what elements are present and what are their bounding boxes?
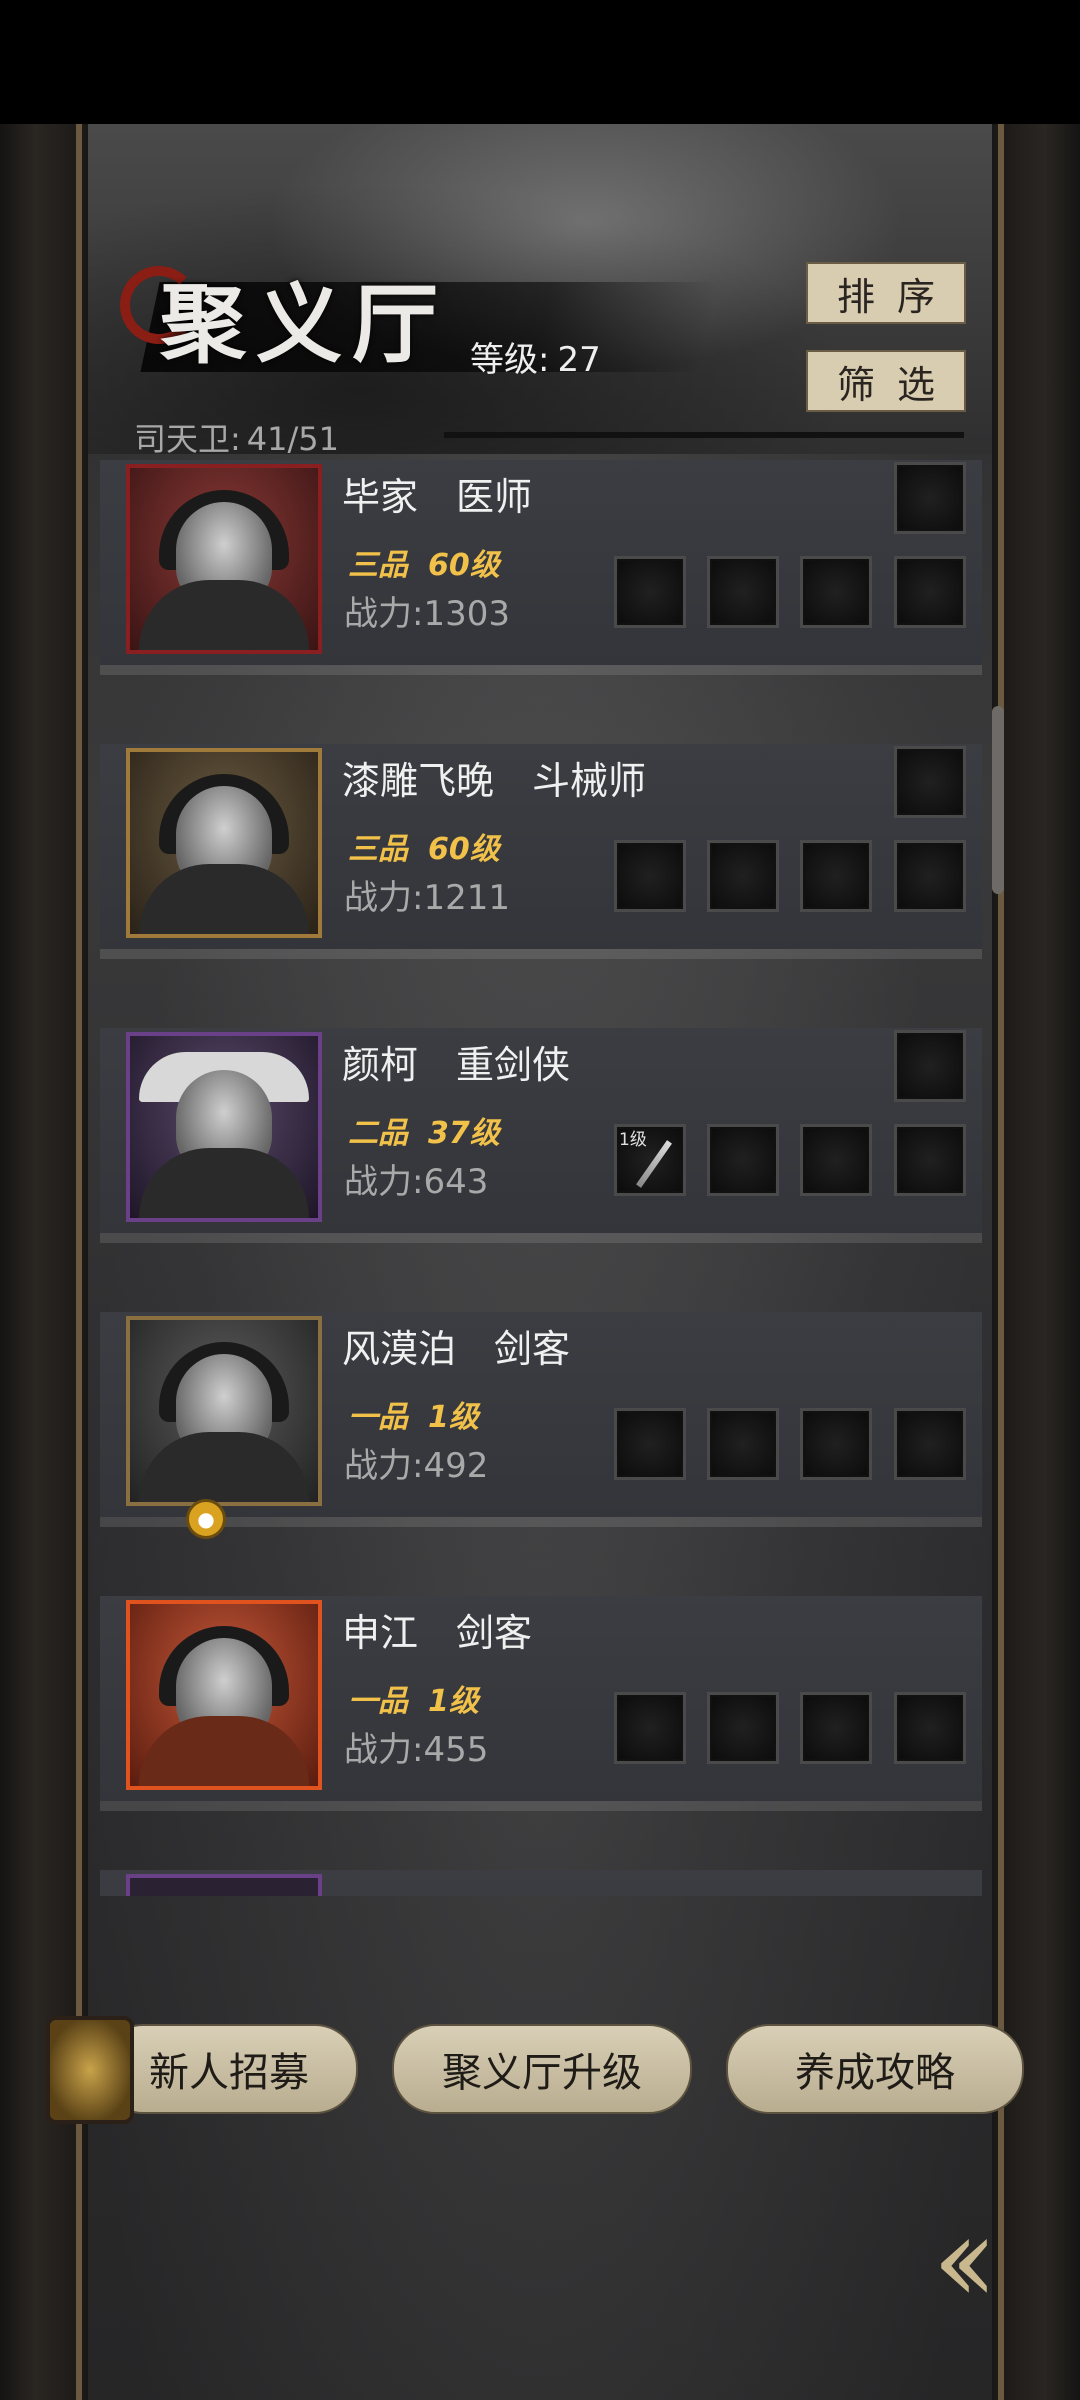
- hero-name-line: 申江 剑客: [342, 1602, 532, 1657]
- header-divider: [444, 432, 964, 438]
- hero-name: 漆雕飞晚: [342, 759, 495, 803]
- hero-level: 60级: [428, 548, 500, 583]
- hero-card[interactable]: 申江 剑客 一品 1级 战力:455: [100, 1596, 982, 1801]
- hall-level: 等级: 27: [462, 332, 601, 381]
- equip-slot[interactable]: [614, 556, 686, 628]
- sort-button[interactable]: 排序: [806, 262, 966, 324]
- equip-slot[interactable]: [614, 1408, 686, 1480]
- element-badge-icon: ●: [186, 1499, 226, 1539]
- hero-card[interactable]: 毕家 医师 三品 60级 战力:1303: [100, 460, 982, 665]
- hero-card[interactable]: 颜柯 重剑侠 二品 37级 战力:643 1级: [100, 1028, 982, 1233]
- hero-name-line: 风漠泊 剑客: [342, 1318, 570, 1373]
- hall-level-value: 27: [557, 340, 601, 380]
- hero-level: 1级: [428, 1684, 479, 1719]
- recruit-button[interactable]: 新人招募: [100, 2024, 358, 2114]
- equip-slot[interactable]: [614, 840, 686, 912]
- hero-role: 医师: [456, 475, 533, 519]
- hero-grade: 三品: [348, 548, 408, 583]
- hero-grade: 一品: [348, 1684, 408, 1719]
- hero-name-line: 毕家 医师: [342, 466, 532, 521]
- hero-name: 风漠泊: [342, 1327, 457, 1371]
- hero-card[interactable]: ● 风漠泊 剑客 一品 1级 战力:492: [100, 1312, 982, 1539]
- hero-power: 战力:643: [344, 1162, 489, 1202]
- hero-role: 重剑侠: [456, 1043, 571, 1087]
- hero-portrait: [126, 464, 322, 654]
- hall-level-label: 等级:: [470, 340, 550, 380]
- equip-slot[interactable]: [894, 840, 966, 912]
- hero-power: 战力:492: [344, 1446, 489, 1486]
- hero-power: 战力:1303: [344, 594, 510, 634]
- hero-list[interactable]: 毕家 医师 三品 60级 战力:1303 漆雕飞晚 斗械师 三品 60级 战力:1211…: [100, 460, 982, 1896]
- hero-level: 1级: [428, 1400, 479, 1435]
- hero-level: 37级: [428, 1116, 500, 1151]
- hero-rank: 二品 37级: [348, 1108, 500, 1152]
- portrait-body: [139, 864, 309, 934]
- hero-grade: 二品: [348, 1116, 408, 1151]
- weapon-slot-level: 1级: [619, 1130, 647, 1150]
- equip-slot-top[interactable]: [894, 462, 966, 534]
- equip-slot-top[interactable]: [894, 746, 966, 818]
- guard-count-value: 41/51: [246, 420, 340, 458]
- hero-rank: 一品 1级: [348, 1392, 479, 1436]
- guide-button[interactable]: 养成攻略: [726, 2024, 1024, 2114]
- hero-grade: 一品: [348, 1400, 408, 1435]
- hero-role: 剑客: [494, 1327, 571, 1371]
- equip-slot[interactable]: [894, 556, 966, 628]
- portrait-body: [139, 1716, 309, 1786]
- equip-slot[interactable]: [800, 1692, 872, 1764]
- hero-card-partial[interactable]: [100, 1870, 982, 1896]
- hero-name-line: 漆雕飞晚 斗械师: [342, 750, 646, 805]
- equip-slot[interactable]: [800, 1124, 872, 1196]
- hero-name-line: 颜柯 重剑侠: [342, 1034, 570, 1089]
- hero-portrait: [126, 748, 322, 938]
- hero-rank: 三品 60级: [348, 540, 500, 584]
- equip-slot[interactable]: [707, 840, 779, 912]
- equip-slot[interactable]: [894, 1124, 966, 1196]
- guard-count-label: 司天卫:: [134, 420, 241, 458]
- portrait-body: [139, 1432, 309, 1502]
- page-title: 聚义厅: [160, 274, 448, 375]
- hero-role: 剑客: [456, 1611, 533, 1655]
- equip-slot[interactable]: [707, 1124, 779, 1196]
- equip-slot[interactable]: [800, 840, 872, 912]
- hero-rank: 一品 1级: [348, 1676, 479, 1720]
- double-chevron-left-icon[interactable]: ‹‹: [870, 2191, 1030, 2330]
- recruit-token-icon: [46, 2016, 134, 2124]
- hero-portrait: [126, 1874, 322, 1896]
- hero-power: 战力:455: [344, 1730, 489, 1770]
- equip-slot[interactable]: [800, 1408, 872, 1480]
- hero-name: 颜柯: [342, 1043, 419, 1087]
- equip-slot[interactable]: [707, 556, 779, 628]
- hall-upgrade-button[interactable]: 聚义厅升级: [392, 2024, 692, 2114]
- hero-card[interactable]: 漆雕飞晚 斗械师 三品 60级 战力:1211: [100, 744, 982, 949]
- equip-slot[interactable]: [800, 556, 872, 628]
- hero-portrait: [126, 1600, 322, 1790]
- equip-slot[interactable]: [894, 1408, 966, 1480]
- equip-slot[interactable]: [894, 1692, 966, 1764]
- hero-power: 战力:1211: [344, 878, 510, 918]
- hero-name: 毕家: [342, 475, 419, 519]
- list-scrollbar[interactable]: [992, 706, 1004, 894]
- equip-slot[interactable]: [707, 1408, 779, 1480]
- hero-level: 60级: [428, 832, 500, 867]
- portrait-body: [139, 580, 309, 650]
- equip-slot[interactable]: [614, 1692, 686, 1764]
- status-bar: [0, 0, 1080, 124]
- filter-button[interactable]: 筛选: [806, 350, 966, 412]
- hero-rank: 三品 60级: [348, 824, 500, 868]
- hero-name: 申江: [342, 1611, 419, 1655]
- portrait-body: [139, 1148, 309, 1218]
- hero-portrait: [126, 1316, 322, 1506]
- equip-slot[interactable]: [707, 1692, 779, 1764]
- hero-role: 斗械师: [532, 759, 647, 803]
- hero-grade: 三品: [348, 832, 408, 867]
- hero-portrait: [126, 1032, 322, 1222]
- equip-slot-top[interactable]: [894, 1030, 966, 1102]
- guard-count: 司天卫: 41/51: [128, 414, 339, 460]
- weapon-slot[interactable]: 1级: [614, 1124, 686, 1196]
